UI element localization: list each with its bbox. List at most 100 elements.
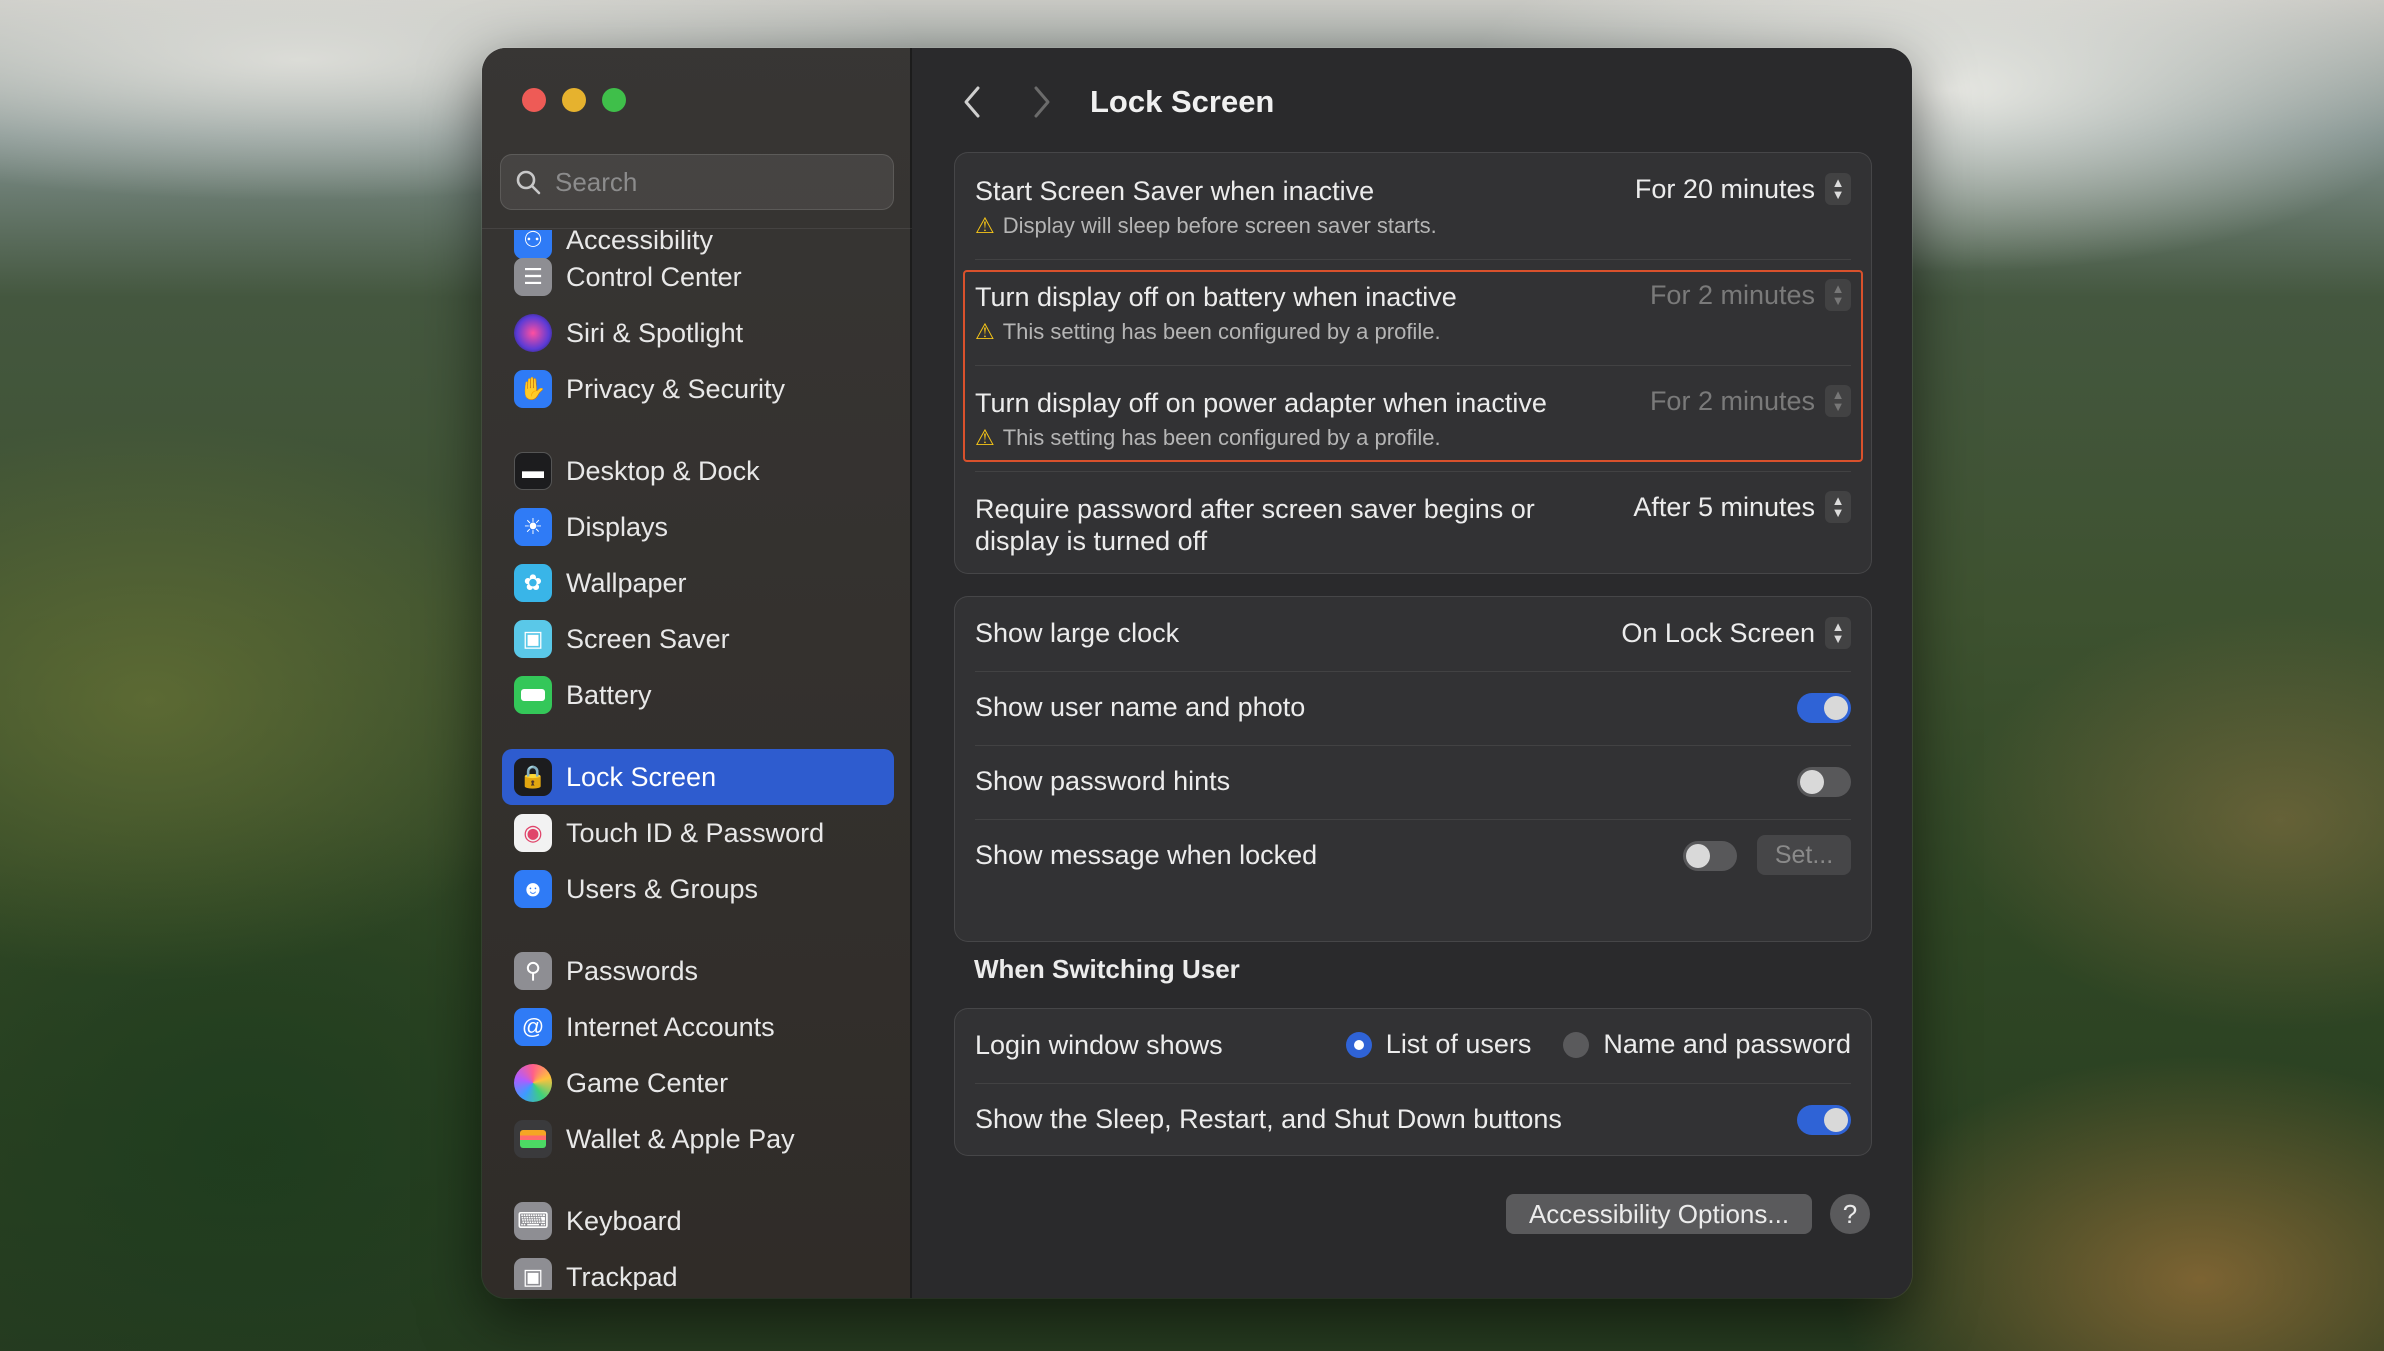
sidebar-item-battery[interactable]: Battery <box>502 667 894 723</box>
sidebar-item-control-center[interactable]: ☰ Control Center <box>502 249 894 305</box>
radio-list-of-users[interactable] <box>1345 1031 1372 1058</box>
large-clock-row: Show large clock On Lock Screen ▲ ▼ <box>955 597 1871 671</box>
page-title: Lock Screen <box>1090 84 1275 119</box>
sidebar-item-label: Touch ID & Password <box>566 817 825 848</box>
sidebar-item-label: Privacy & Security <box>566 373 786 404</box>
sidebar-item-siri-spotlight[interactable]: Siri & Spotlight <box>502 305 894 361</box>
screen-saver-popup[interactable]: For 20 minutes ▲ ▼ <box>1635 173 1851 205</box>
popup-value: After 5 minutes <box>1633 491 1815 522</box>
stepper-icon: ▲ ▼ <box>1825 173 1851 205</box>
row-title: Show the Sleep, Restart, and Shut Down b… <box>975 1104 1562 1134</box>
sidebar-item-internet-accounts[interactable]: @ Internet Accounts <box>502 999 894 1055</box>
sidebar-item-label: Desktop & Dock <box>566 455 760 486</box>
content-pane: Lock Screen Start Screen Saver when inac… <box>912 48 1912 1298</box>
row-title: Login window shows <box>975 1030 1223 1060</box>
sidebar-item-label: Keyboard <box>566 1205 682 1236</box>
settings-window: ⚇ Accessibility ☰ Control Center Siri & … <box>482 48 1912 1298</box>
row-title: Show large clock <box>975 618 1180 648</box>
message-locked-toggle[interactable] <box>1683 841 1737 871</box>
lock-icon: 🔒 <box>514 758 552 796</box>
screen-saver-row: Start Screen Saver when inactive ⚠ Displ… <box>955 153 1871 259</box>
sidebar-list: ⚇ Accessibility ☰ Control Center Siri & … <box>502 230 894 1290</box>
at-icon: @ <box>514 1008 552 1046</box>
sidebar-item-passwords[interactable]: ⚲ Passwords <box>502 943 894 999</box>
sidebar-item-privacy-security[interactable]: ✋ Privacy & Security <box>502 361 894 417</box>
sidebar-item-label: Displays <box>566 511 669 542</box>
sidebar-item-label: Screen Saver <box>566 623 730 654</box>
toggle-knob <box>1824 696 1848 720</box>
forward-button[interactable] <box>1022 82 1062 122</box>
dock-icon: ▬ <box>514 452 552 490</box>
sidebar-item-label: Wallpaper <box>566 567 687 598</box>
login-window-radio-group: List of users Name and password <box>1345 1029 1851 1060</box>
search-icon <box>516 170 541 195</box>
sidebar-item-label: Battery <box>566 679 652 710</box>
chevron-right-icon <box>1034 86 1050 118</box>
display-options-group: Show large clock On Lock Screen ▲ ▼ Show … <box>954 596 1872 942</box>
close-button[interactable] <box>522 88 546 112</box>
sidebar-item-wallpaper[interactable]: ✿ Wallpaper <box>502 555 894 611</box>
minimize-button[interactable] <box>562 88 586 112</box>
zoom-button[interactable] <box>602 88 626 112</box>
flower-icon: ✿ <box>514 564 552 602</box>
user-photo-toggle[interactable] <box>1797 693 1851 723</box>
keyboard-icon: ⌨ <box>514 1202 552 1240</box>
radio-label: Name and password <box>1603 1029 1851 1059</box>
row-subtitle: ⚠ Display will sleep before screen saver… <box>975 213 1437 239</box>
sidebar-item-label: Game Center <box>566 1067 729 1098</box>
game-center-icon <box>514 1064 552 1102</box>
search-input[interactable] <box>555 166 875 198</box>
popup-value: For 20 minutes <box>1634 173 1815 204</box>
sidebar-item-label: Passwords <box>566 955 699 986</box>
sidebar-item-label: Internet Accounts <box>566 1011 775 1042</box>
sleep-buttons-toggle[interactable] <box>1797 1105 1851 1135</box>
radio-label: List of users <box>1385 1029 1532 1059</box>
sidebar-item-game-center[interactable]: Game Center <box>502 1055 894 1111</box>
back-button[interactable] <box>952 82 992 122</box>
wallet-icon <box>514 1120 552 1158</box>
user-photo-row: Show user name and photo <box>955 671 1871 745</box>
users-icon: ☻ <box>514 870 552 908</box>
sidebar-item-screen-saver[interactable]: ▣ Screen Saver <box>502 611 894 667</box>
toggle-knob <box>1824 1108 1848 1132</box>
row-title: Show message when locked <box>975 840 1318 870</box>
sidebar-divider <box>482 228 912 229</box>
sidebar-item-wallet[interactable]: Wallet & Apple Pay <box>502 1111 894 1167</box>
login-window-row: Login window shows List of users Name an… <box>955 1009 1871 1083</box>
help-button[interactable]: ? <box>1830 1194 1870 1234</box>
popup-value: On Lock Screen <box>1621 617 1815 648</box>
sidebar-item-lock-screen[interactable]: 🔒 Lock Screen <box>502 749 894 805</box>
sidebar-item-label: Wallet & Apple Pay <box>566 1123 795 1154</box>
sidebar-item-keyboard[interactable]: ⌨ Keyboard <box>502 1193 894 1249</box>
trackpad-icon: ▣ <box>514 1258 552 1290</box>
sidebar-item-users-groups[interactable]: ☻ Users & Groups <box>502 861 894 917</box>
search-field[interactable] <box>500 154 894 210</box>
sleep-buttons-row: Show the Sleep, Restart, and Shut Down b… <box>955 1083 1871 1157</box>
row-title: Show password hints <box>975 766 1231 796</box>
switching-user-group: Login window shows List of users Name an… <box>954 1008 1872 1156</box>
set-message-button[interactable]: Set... <box>1757 835 1851 875</box>
row-title: Start Screen Saver when inactive <box>975 176 1375 206</box>
row-title-line1: Require password after screen saver begi… <box>975 494 1535 524</box>
sidebar: ⚇ Accessibility ☰ Control Center Siri & … <box>482 48 912 1298</box>
row-title: Show user name and photo <box>975 692 1306 722</box>
sidebar-item-displays[interactable]: ☀ Displays <box>502 499 894 555</box>
require-password-popup[interactable]: After 5 minutes ▲ ▼ <box>1633 491 1851 523</box>
password-hints-row: Show password hints <box>955 745 1871 819</box>
sidebar-item-touch-id[interactable]: ◉ Touch ID & Password <box>502 805 894 861</box>
large-clock-popup[interactable]: On Lock Screen ▲ ▼ <box>1621 617 1851 649</box>
sidebar-item-label: Lock Screen <box>566 761 717 792</box>
key-icon: ⚲ <box>514 952 552 990</box>
control-center-icon: ☰ <box>514 258 552 296</box>
toggle-knob <box>1686 844 1710 868</box>
sidebar-item-trackpad[interactable]: ▣ Trackpad <box>502 1249 894 1290</box>
battery-icon <box>514 676 552 714</box>
chevron-left-icon <box>964 86 980 118</box>
sidebar-item-desktop-dock[interactable]: ▬ Desktop & Dock <box>502 443 894 499</box>
toggle-knob <box>1800 770 1824 794</box>
stepper-icon: ▲ ▼ <box>1825 617 1851 649</box>
screen-saver-icon: ▣ <box>514 620 552 658</box>
accessibility-options-button[interactable]: Accessibility Options... <box>1506 1194 1812 1234</box>
radio-name-and-password[interactable] <box>1563 1031 1590 1058</box>
password-hints-toggle[interactable] <box>1797 767 1851 797</box>
